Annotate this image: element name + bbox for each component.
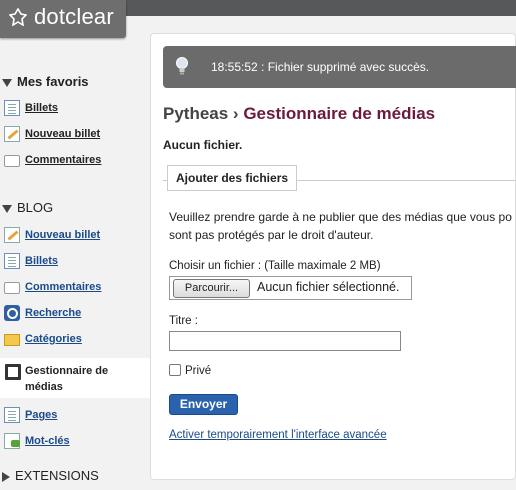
page-title: Gestionnaire de médias <box>243 104 436 123</box>
choose-file-label: Choisir un fichier : (Taille maximale 2 … <box>169 260 381 272</box>
document-icon <box>4 407 20 423</box>
folder-icon <box>4 334 20 346</box>
sidebar-item-pages[interactable]: Pages <box>4 406 57 424</box>
sidebar-item-fav-commentaires[interactable]: Commentaires <box>4 151 101 169</box>
file-input[interactable]: Parcourir... Aucun fichier sélectionné. <box>169 276 412 300</box>
extensions-section-title[interactable]: EXTENSIONS <box>2 468 99 483</box>
empty-files-text: Aucun fichier. <box>163 138 243 152</box>
sidebar-item-categories[interactable]: Catégories <box>4 330 82 348</box>
pencil-icon <box>4 227 20 243</box>
advanced-interface-link[interactable]: Activer temporairement l'interface avanc… <box>169 429 387 441</box>
main-content: 18:55:52 : Fichier supprimé avec succès.… <box>150 33 516 480</box>
sidebar-item-gestionnaire-medias[interactable]: Gestionnaire de médias <box>0 358 150 398</box>
blog-section-title[interactable]: BLOG <box>2 200 53 215</box>
collapse-arrow-icon <box>2 78 12 87</box>
breadcrumb-parent[interactable]: Pytheas <box>163 104 228 123</box>
tag-icon <box>4 433 20 449</box>
pencil-icon <box>4 126 20 142</box>
breadcrumb: Pytheas › Gestionnaire de médias <box>163 104 435 124</box>
lightbulb-icon <box>176 57 188 75</box>
sidebar-item-billets[interactable]: Billets <box>4 252 58 270</box>
success-notice: 18:55:52 : Fichier supprimé avec succès. <box>163 46 516 88</box>
sidebar-item-fav-nouveau-billet[interactable]: Nouveau billet <box>4 125 100 143</box>
sidebar: Mes favoris Billets Nouveau billet Comme… <box>0 38 150 490</box>
sidebar-item-fav-billets[interactable]: Billets <box>4 99 58 117</box>
comment-icon <box>4 282 20 294</box>
comment-icon <box>4 155 20 167</box>
copyright-warning: Veuillez prendre garde à ne publier que … <box>169 210 512 242</box>
private-label[interactable]: Privé <box>185 365 211 377</box>
notice-text: 18:55:52 : Fichier supprimé avec succès. <box>211 60 430 74</box>
dotclear-logo-icon <box>9 8 27 26</box>
search-icon <box>4 305 20 321</box>
browse-button[interactable]: Parcourir... <box>173 279 250 298</box>
document-icon <box>4 253 20 269</box>
sidebar-item-mot-cles[interactable]: Mot-clés <box>4 432 70 450</box>
upload-legend: Ajouter des fichiers <box>167 165 298 191</box>
sidebar-item-commentaires[interactable]: Commentaires <box>4 278 101 296</box>
favorites-section-title[interactable]: Mes favoris <box>2 74 89 89</box>
sidebar-item-nouveau-billet[interactable]: Nouveau billet <box>4 226 100 244</box>
breadcrumb-separator: › <box>228 104 244 123</box>
title-input[interactable] <box>169 331 401 351</box>
send-button[interactable]: Envoyer <box>169 394 238 415</box>
logo[interactable]: dotclear <box>0 0 126 38</box>
expand-arrow-icon <box>2 471 10 482</box>
sidebar-item-recherche[interactable]: Recherche <box>4 304 81 322</box>
collapse-arrow-icon <box>2 204 12 213</box>
title-label: Titre : <box>169 315 198 327</box>
document-icon <box>4 100 20 116</box>
file-status-text: Aucun fichier sélectionné. <box>257 280 400 294</box>
media-icon <box>5 364 21 380</box>
brand-name: dotclear <box>34 4 114 29</box>
private-checkbox[interactable] <box>169 364 181 376</box>
